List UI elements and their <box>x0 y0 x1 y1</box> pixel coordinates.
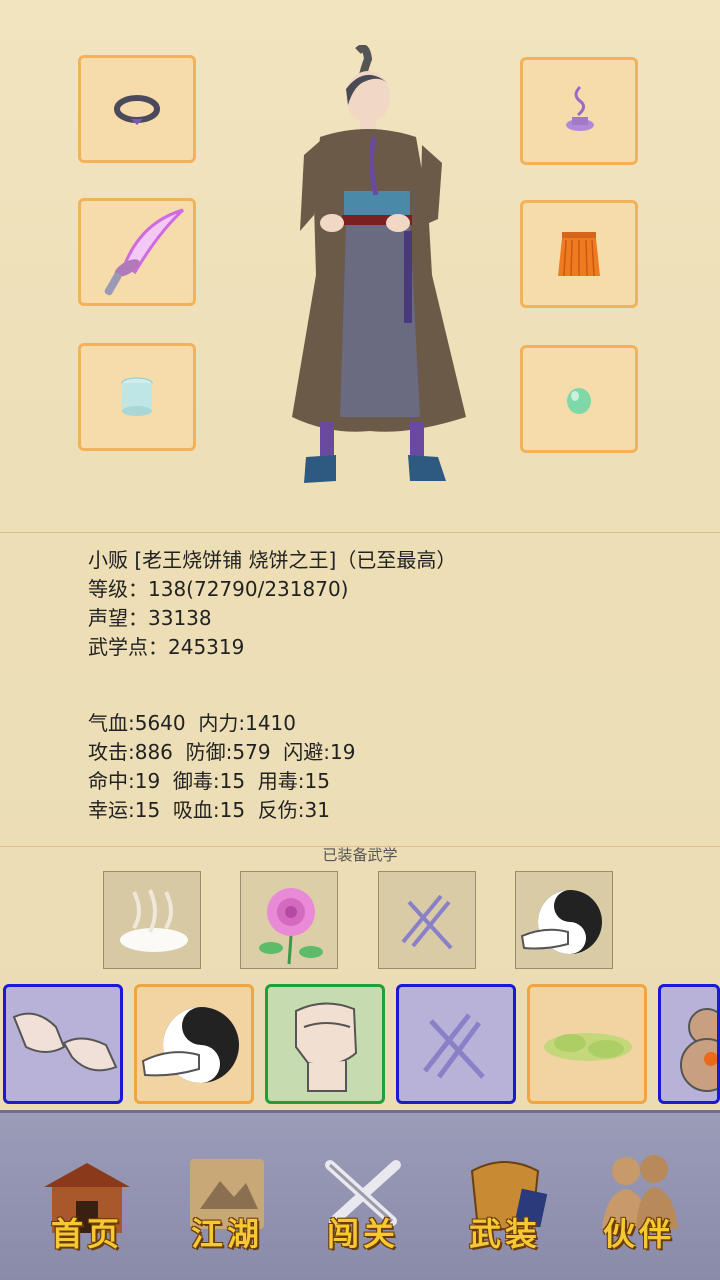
skirt-armor-icon <box>558 232 600 277</box>
fist-clash-icon <box>12 1012 118 1072</box>
taiji-palm-icon <box>141 1007 239 1083</box>
character-level: 等级：138(72790/231870) <box>88 577 349 601</box>
jade-icon <box>567 388 591 414</box>
nav-wuzhuang[interactable]: 武装 <box>450 1143 560 1263</box>
nav-jianghu[interactable]: 江湖 <box>172 1143 282 1263</box>
stats-row: 命中:19 御毒:15 用毒:15 <box>88 769 330 793</box>
green-mist-icon <box>544 1033 632 1061</box>
character-martial-points: 武学点：245319 <box>88 635 245 659</box>
gourd-icon <box>680 1008 717 1092</box>
fan-skill-icon <box>423 1013 485 1079</box>
bracer-icon <box>121 377 153 416</box>
skill-card-1[interactable] <box>3 984 123 1104</box>
equip-slot-weapon[interactable] <box>78 198 196 306</box>
equipped-skill-2[interactable] <box>240 871 338 969</box>
skill-card-2[interactable] <box>134 984 254 1104</box>
nav-chuangguan[interactable]: 闯关 <box>308 1143 418 1263</box>
equip-slot-jade[interactable] <box>520 345 638 453</box>
nav-wuzhuang-label: 武装 <box>468 1215 541 1253</box>
nav-home-label: 首页 <box>50 1215 123 1253</box>
bottom-nav: 首页 江湖 闯关 武装 伙伴 <box>0 1110 720 1280</box>
stats-row: 气血:5640 内力:1410 <box>88 711 296 735</box>
taiji-palm-icon <box>516 872 612 968</box>
equipped-skill-1[interactable] <box>103 871 201 969</box>
nav-chuangguan-label: 闯关 <box>326 1215 399 1253</box>
incense-icon <box>566 85 594 131</box>
fan-skill-icon <box>379 872 475 968</box>
nav-huoban[interactable]: 伙伴 <box>584 1143 694 1263</box>
cloud-skill-icon <box>104 872 200 968</box>
equip-slot-ring[interactable] <box>78 55 196 163</box>
equipped-skill-3[interactable] <box>378 871 476 969</box>
character-info: 小贩 [老王烧饼铺 烧饼之王]（已至最高） 等级：138(72790/23187… <box>88 546 456 662</box>
nav-huoban-label: 伙伴 <box>602 1215 675 1253</box>
equipped-skills-label: 已装备武学 <box>322 846 398 864</box>
fist-icon <box>295 1002 358 1092</box>
rose-skill-icon <box>241 872 337 968</box>
equipped-skill-4[interactable] <box>515 871 613 969</box>
nav-home[interactable]: 首页 <box>32 1143 142 1263</box>
character-title: 小贩 [老王烧饼铺 烧饼之王]（已至最高） <box>88 548 457 572</box>
character-figure <box>292 45 466 483</box>
nav-jianghu-label: 江湖 <box>190 1215 263 1253</box>
equip-slot-incense[interactable] <box>520 57 638 165</box>
equip-slot-armor[interactable] <box>520 200 638 308</box>
character-stats: 气血:5640 内力:1410 攻击:886 防御:579 闪避:19 命中:1… <box>88 709 355 825</box>
skill-card-5[interactable] <box>527 984 647 1104</box>
character-reputation: 声望：33138 <box>88 606 212 630</box>
ring-icon <box>114 95 160 125</box>
skill-card-4[interactable] <box>396 984 516 1104</box>
equip-slot-bracer[interactable] <box>78 343 196 451</box>
info-divider-top <box>0 532 720 533</box>
stats-row: 攻击:886 防御:579 闪避:19 <box>88 740 356 764</box>
sabre-icon <box>104 208 185 296</box>
skill-card-3[interactable] <box>265 984 385 1104</box>
skill-card-6[interactable] <box>658 984 720 1104</box>
stats-row: 幸运:15 吸血:15 反伤:31 <box>88 798 330 822</box>
